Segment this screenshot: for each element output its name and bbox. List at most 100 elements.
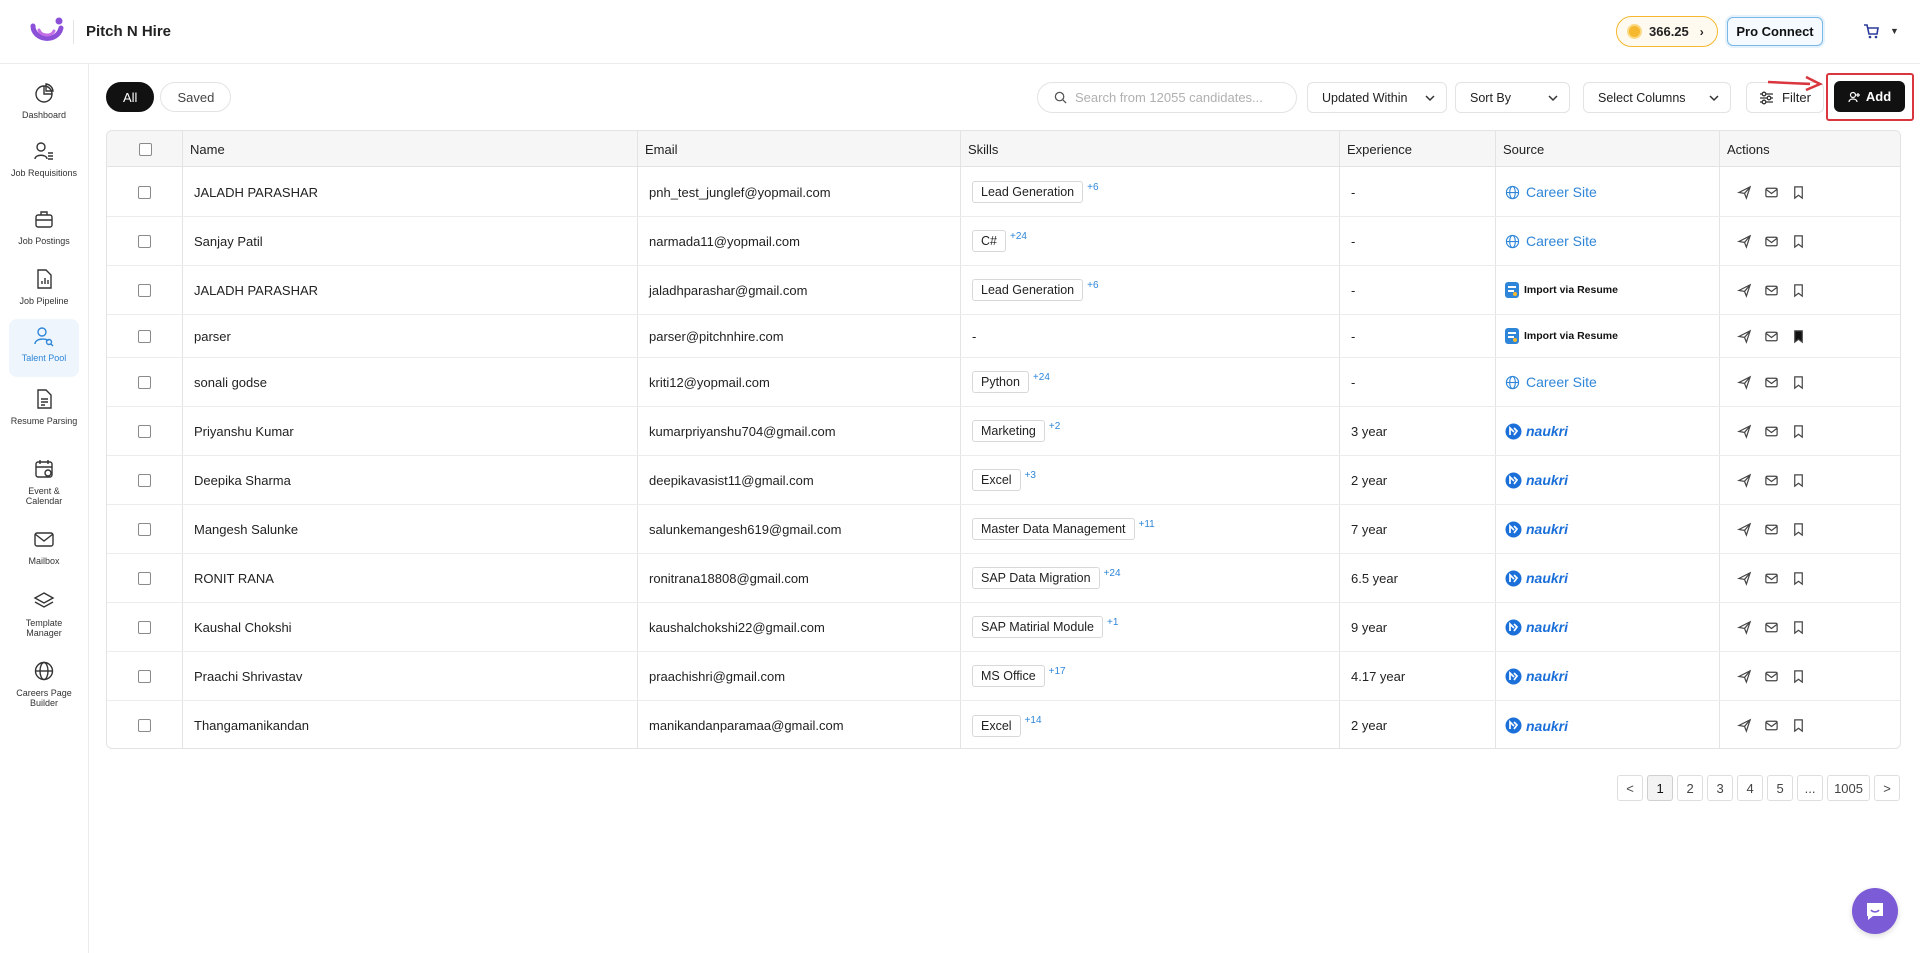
page-button[interactable]: 5 xyxy=(1767,775,1794,801)
row-checkbox[interactable] xyxy=(138,522,151,536)
column-header-name[interactable]: Name xyxy=(182,131,225,167)
table-row[interactable]: Deepika Sharma deepikavasist11@gmail.com E… xyxy=(107,456,1900,505)
row-checkbox[interactable] xyxy=(138,571,151,585)
sidebar-item-dashboard[interactable]: Dashboard xyxy=(9,76,79,132)
row-checkbox[interactable] xyxy=(138,424,151,438)
sidebar-item-event-calendar[interactable]: Event & Calendar xyxy=(9,452,79,514)
page-button[interactable]: 4 xyxy=(1737,775,1764,801)
table-row[interactable]: Thangamanikandan manikandanparamaa@gmail.… xyxy=(107,701,1900,748)
candidate-name[interactable]: sonali godse xyxy=(182,358,267,406)
table-row[interactable]: Priyanshu Kumar kumarpriyanshu704@gmail.c… xyxy=(107,407,1900,456)
sidebar-item-careers-page-builder[interactable]: Careers Page Builder xyxy=(9,654,79,716)
pitch-n-hire-logo[interactable] xyxy=(28,16,66,48)
column-header-experience[interactable]: Experience xyxy=(1339,131,1412,167)
table-row[interactable]: Praachi Shrivastav praachishri@gmail.com M… xyxy=(107,652,1900,701)
sidebar-item-template-manager[interactable]: Template Manager xyxy=(9,584,79,646)
page-button[interactable]: 1 xyxy=(1647,775,1674,801)
next-page-button[interactable]: > xyxy=(1874,775,1900,801)
more-skills-count[interactable]: +24 xyxy=(1104,568,1121,579)
table-row[interactable]: JALADH PARASHAR pnh_test_junglef@yopmail.… xyxy=(107,168,1900,217)
bookmark-icon[interactable] xyxy=(1791,424,1806,439)
more-skills-count[interactable]: +1 xyxy=(1107,617,1118,628)
add-candidate-button[interactable]: Add xyxy=(1834,81,1905,112)
candidate-name[interactable]: JALADH PARASHAR xyxy=(182,168,318,216)
send-icon[interactable] xyxy=(1737,424,1752,439)
bookmark-icon[interactable] xyxy=(1791,329,1806,344)
column-header-email[interactable]: Email xyxy=(637,131,678,167)
bookmark-icon[interactable] xyxy=(1791,283,1806,298)
candidate-name[interactable]: Sanjay Patil xyxy=(182,217,263,265)
bookmark-icon[interactable] xyxy=(1791,620,1806,635)
page-button[interactable]: 1005 xyxy=(1827,775,1870,801)
mail-icon[interactable] xyxy=(1764,473,1779,488)
row-checkbox[interactable] xyxy=(138,719,151,732)
mail-icon[interactable] xyxy=(1764,522,1779,537)
prev-page-button[interactable]: < xyxy=(1617,775,1644,801)
row-checkbox[interactable] xyxy=(138,234,151,248)
sidebar-item-resume-parsing[interactable]: Resume Parsing xyxy=(9,382,79,444)
table-row[interactable]: JALADH PARASHAR jaladhparashar@gmail.com L… xyxy=(107,266,1900,315)
updated-within-select[interactable]: Updated Within xyxy=(1307,82,1447,113)
sidebar-item-job-pipeline[interactable]: Job Pipeline xyxy=(9,262,79,318)
mail-icon[interactable] xyxy=(1764,283,1779,298)
select-all-checkbox[interactable] xyxy=(139,142,152,156)
mail-icon[interactable] xyxy=(1764,234,1779,249)
send-icon[interactable] xyxy=(1737,522,1752,537)
mail-icon[interactable] xyxy=(1764,329,1779,344)
coin-balance-button[interactable]: 366.25 › xyxy=(1616,16,1718,47)
table-row[interactable]: Sanjay Patil narmada11@yopmail.com C# +24 - C… xyxy=(107,217,1900,266)
more-skills-count[interactable]: +3 xyxy=(1025,470,1036,481)
candidate-name[interactable]: Kaushal Chokshi xyxy=(182,603,292,651)
send-icon[interactable] xyxy=(1737,185,1752,200)
more-skills-count[interactable]: +6 xyxy=(1087,182,1098,193)
more-skills-count[interactable]: +2 xyxy=(1049,421,1060,432)
row-checkbox[interactable] xyxy=(138,185,151,199)
row-checkbox[interactable] xyxy=(138,375,151,389)
bookmark-icon[interactable] xyxy=(1791,571,1806,586)
row-checkbox[interactable] xyxy=(138,283,151,297)
row-checkbox[interactable] xyxy=(138,620,151,634)
send-icon[interactable] xyxy=(1737,718,1752,733)
tab-all[interactable]: All xyxy=(106,82,155,112)
mail-icon[interactable] xyxy=(1764,669,1779,684)
mail-icon[interactable] xyxy=(1764,571,1779,586)
send-icon[interactable] xyxy=(1737,571,1752,586)
candidate-name[interactable]: JALADH PARASHAR xyxy=(182,266,318,314)
mail-icon[interactable] xyxy=(1764,375,1779,390)
candidate-name[interactable]: Praachi Shrivastav xyxy=(182,652,302,700)
more-skills-count[interactable]: +24 xyxy=(1010,231,1027,242)
bookmark-icon[interactable] xyxy=(1791,718,1806,733)
send-icon[interactable] xyxy=(1737,620,1752,635)
mail-icon[interactable] xyxy=(1764,424,1779,439)
bookmark-icon[interactable] xyxy=(1791,669,1806,684)
more-skills-count[interactable]: +17 xyxy=(1049,666,1066,677)
sidebar-item-job-postings[interactable]: Job Postings xyxy=(9,202,79,258)
page-button[interactable]: 2 xyxy=(1677,775,1704,801)
send-icon[interactable] xyxy=(1737,329,1752,344)
mail-icon[interactable] xyxy=(1764,185,1779,200)
sort-by-select[interactable]: Sort By xyxy=(1455,82,1570,113)
bookmark-icon[interactable] xyxy=(1791,473,1806,488)
sidebar-item-mailbox[interactable]: Mailbox xyxy=(9,522,79,578)
chat-support-button[interactable] xyxy=(1852,888,1898,934)
row-checkbox[interactable] xyxy=(138,473,151,487)
more-skills-count[interactable]: +11 xyxy=(1139,519,1155,530)
row-checkbox[interactable] xyxy=(138,669,151,683)
bookmark-icon[interactable] xyxy=(1791,375,1806,390)
tab-saved[interactable]: Saved xyxy=(160,82,232,112)
bookmark-icon[interactable] xyxy=(1791,522,1806,537)
pro-connect-button[interactable]: Pro Connect xyxy=(1727,17,1823,46)
table-row[interactable]: parser parser@pitchnhire.com - - Import via … xyxy=(107,315,1900,358)
search-input[interactable] xyxy=(1075,90,1285,105)
bookmark-icon[interactable] xyxy=(1791,234,1806,249)
send-icon[interactable] xyxy=(1737,234,1752,249)
sidebar-item-talent-pool[interactable]: Talent Pool xyxy=(9,319,79,377)
candidate-name[interactable]: Thangamanikandan xyxy=(182,701,309,748)
page-button[interactable]: 3 xyxy=(1707,775,1734,801)
candidate-name[interactable]: Priyanshu Kumar xyxy=(182,407,294,455)
candidate-name[interactable]: parser xyxy=(182,315,231,357)
more-skills-count[interactable]: +24 xyxy=(1033,372,1050,383)
select-columns-select[interactable]: Select Columns xyxy=(1583,82,1731,113)
bookmark-icon[interactable] xyxy=(1791,185,1806,200)
send-icon[interactable] xyxy=(1737,375,1752,390)
